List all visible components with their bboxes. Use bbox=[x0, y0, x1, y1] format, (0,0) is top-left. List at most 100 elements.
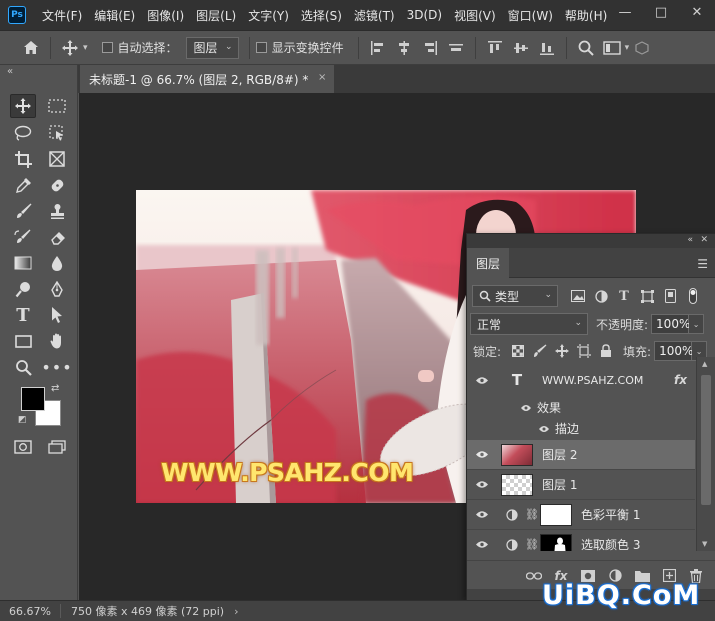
status-menu-arrow-icon[interactable]: › bbox=[234, 605, 238, 618]
home-icon[interactable] bbox=[18, 35, 44, 61]
visibility-eye-icon[interactable] bbox=[467, 500, 497, 530]
opacity-slider-toggle[interactable]: ⌄ bbox=[689, 314, 705, 334]
menu-file[interactable]: 文件(F) bbox=[36, 7, 88, 24]
dodge-tool-icon[interactable] bbox=[10, 277, 36, 301]
healing-brush-icon[interactable] bbox=[44, 173, 70, 197]
adjustment-layer-row[interactable]: ⛓ 色彩平衡 1 bbox=[467, 500, 695, 530]
scroll-up-icon[interactable]: ▲ bbox=[702, 360, 707, 368]
effects-visibility-eye-icon[interactable] bbox=[515, 397, 537, 418]
effects-fx-icon[interactable]: fx bbox=[674, 373, 687, 387]
type-filter-icon[interactable]: T bbox=[616, 285, 632, 307]
path-select-tool-icon[interactable] bbox=[44, 303, 70, 327]
swap-colors-icon[interactable]: ⇄ bbox=[51, 383, 59, 394]
adjustment-layer-row[interactable]: ⛓ 选取颜色 3 bbox=[467, 530, 695, 551]
align-bottom-icon[interactable] bbox=[534, 35, 560, 61]
tab-layers[interactable]: 图层 bbox=[467, 248, 509, 278]
menu-window[interactable]: 窗口(W) bbox=[502, 7, 559, 24]
layer-row[interactable]: 图层 2 bbox=[467, 440, 695, 470]
frame-tool-icon[interactable] bbox=[44, 147, 70, 171]
close-panel-icon[interactable]: ✕ bbox=[700, 235, 708, 245]
layer-mask-thumbnail[interactable] bbox=[540, 503, 572, 526]
visibility-eye-icon[interactable] bbox=[467, 530, 497, 552]
3d-mode-icon[interactable] bbox=[629, 35, 655, 61]
stroke-effect-row[interactable]: 描边 bbox=[467, 418, 695, 439]
visibility-eye-icon[interactable] bbox=[467, 470, 497, 500]
object-select-tool-icon[interactable] bbox=[44, 121, 70, 145]
show-transform-checkbox[interactable] bbox=[255, 42, 267, 53]
menu-help[interactable]: 帮助(H) bbox=[559, 7, 613, 24]
visibility-eye-icon[interactable] bbox=[467, 440, 497, 470]
gradient-tool-icon[interactable] bbox=[10, 251, 36, 275]
rectangle-tool-icon[interactable] bbox=[10, 329, 36, 353]
align-center-icon[interactable] bbox=[391, 35, 417, 61]
type-tool-icon[interactable]: T bbox=[10, 303, 36, 327]
layer-row[interactable]: 图层 1 bbox=[467, 470, 695, 500]
visibility-eye-icon[interactable] bbox=[467, 365, 497, 395]
lasso-tool-icon[interactable] bbox=[10, 121, 36, 145]
filter-toggle-icon[interactable] bbox=[685, 285, 701, 307]
menu-type[interactable]: 文字(Y) bbox=[242, 7, 295, 24]
menu-select[interactable]: 选择(S) bbox=[295, 7, 348, 24]
image-filter-icon[interactable] bbox=[570, 285, 586, 307]
default-colors-icon[interactable]: ◩ bbox=[18, 415, 27, 425]
more-tools-icon[interactable]: ••• bbox=[41, 355, 71, 379]
zoom-level-field[interactable]: 66.67% bbox=[0, 605, 60, 618]
maximize-button[interactable]: □ bbox=[643, 0, 679, 24]
scroll-down-icon[interactable]: ▼ bbox=[702, 540, 707, 548]
filter-kind-dropdown[interactable]: 类型 ⌄ bbox=[472, 285, 558, 307]
document-tab[interactable]: 未标题-1 @ 66.7% (图层 2, RGB/8#) * × bbox=[80, 65, 335, 93]
menu-edit[interactable]: 编辑(E) bbox=[88, 7, 141, 24]
link-chain-icon[interactable]: ⛓ bbox=[525, 538, 539, 551]
eraser-tool-icon[interactable] bbox=[44, 225, 70, 249]
hand-tool-icon[interactable] bbox=[44, 329, 70, 353]
menu-view[interactable]: 视图(V) bbox=[448, 7, 502, 24]
blend-mode-dropdown[interactable]: 正常 ⌄ bbox=[470, 313, 588, 335]
layer-mask-thumbnail[interactable] bbox=[540, 533, 572, 551]
search-icon[interactable] bbox=[573, 35, 599, 61]
align-right-icon[interactable] bbox=[417, 35, 443, 61]
link-layers-icon[interactable] bbox=[526, 568, 542, 584]
collapse-toolbar-icon[interactable]: « bbox=[7, 66, 13, 77]
pen-tool-icon[interactable] bbox=[44, 277, 70, 301]
brush-tool-icon[interactable] bbox=[10, 199, 36, 223]
eyedropper-tool-icon[interactable] bbox=[10, 173, 36, 197]
close-window-button[interactable]: ✕ bbox=[679, 0, 715, 24]
align-middle-icon[interactable] bbox=[508, 35, 534, 61]
history-brush-icon[interactable] bbox=[10, 225, 36, 249]
crop-tool-icon[interactable] bbox=[10, 147, 36, 171]
screen-mode-icon[interactable] bbox=[44, 435, 70, 459]
move-tool-icon[interactable] bbox=[10, 94, 36, 118]
close-icon[interactable]: × bbox=[318, 72, 326, 83]
minimize-button[interactable]: — bbox=[607, 0, 643, 24]
auto-select-checkbox[interactable] bbox=[101, 42, 113, 53]
auto-select-dropdown[interactable]: 图层 ⌄ bbox=[185, 36, 239, 59]
tool-preset-chevron-icon[interactable]: ▾ bbox=[83, 43, 88, 53]
align-left-icon[interactable] bbox=[365, 35, 391, 61]
menu-3d[interactable]: 3D(D) bbox=[401, 8, 448, 22]
move-tool-icon[interactable] bbox=[57, 35, 83, 61]
align-top-icon[interactable] bbox=[482, 35, 508, 61]
text-layer-row[interactable]: T WWW.PSAHZ.COM fx bbox=[467, 365, 695, 395]
panel-menu-icon[interactable]: ☰ bbox=[697, 257, 708, 271]
menu-layer[interactable]: 图层(L) bbox=[190, 7, 242, 24]
stamp-tool-icon[interactable] bbox=[44, 199, 70, 223]
stroke-visibility-eye-icon[interactable] bbox=[533, 418, 555, 439]
foreground-color-swatch[interactable] bbox=[21, 387, 45, 411]
scrollbar-thumb[interactable] bbox=[701, 375, 711, 505]
blur-tool-icon[interactable] bbox=[44, 251, 70, 275]
adjustment-filter-icon[interactable] bbox=[593, 285, 609, 307]
smart-object-filter-icon[interactable] bbox=[662, 285, 678, 307]
shape-filter-icon[interactable] bbox=[639, 285, 655, 307]
zoom-tool-icon[interactable] bbox=[10, 355, 36, 379]
quick-mask-icon[interactable] bbox=[10, 435, 36, 459]
collapse-panel-icon[interactable]: « bbox=[687, 235, 693, 245]
menu-filter[interactable]: 滤镜(T) bbox=[348, 7, 401, 24]
link-chain-icon[interactable]: ⛓ bbox=[525, 508, 539, 521]
distribute-horizontal-icon[interactable] bbox=[443, 35, 469, 61]
marquee-tool-icon[interactable] bbox=[44, 94, 70, 118]
menu-image[interactable]: 图像(I) bbox=[141, 7, 190, 24]
layer-list-scrollbar[interactable]: ▲ ▼ bbox=[696, 357, 715, 551]
workspace-icon[interactable] bbox=[599, 35, 625, 61]
opacity-input[interactable]: 100% bbox=[651, 314, 690, 334]
opacity-label: 不透明度: bbox=[596, 317, 649, 332]
